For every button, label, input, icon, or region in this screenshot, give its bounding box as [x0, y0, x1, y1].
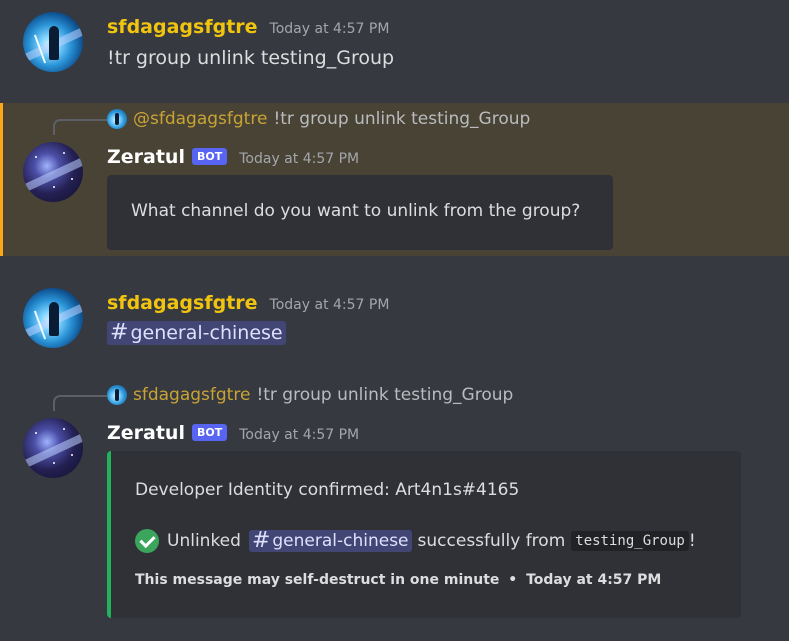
inline-code: testing_Group [571, 531, 689, 551]
timestamp: Today at 4:57 PM [269, 21, 390, 37]
reply-connector [53, 119, 107, 135]
message-content: # general-chinese [107, 321, 286, 345]
bot-username[interactable]: Zeratul [107, 422, 185, 444]
username[interactable]: sfdagagsfgtre [107, 16, 258, 38]
embed-success: Developer Identity confirmed: Art4n1s#41… [107, 451, 741, 618]
footer-text: This message may self-destruct in one mi… [135, 572, 500, 588]
channel-hash-icon: # [110, 320, 129, 345]
timestamp: Today at 4:57 PM [269, 297, 390, 313]
reply-mention[interactable]: @sfdagagsfgtre [133, 109, 267, 129]
bot-username[interactable]: Zeratul [107, 146, 185, 168]
bot-tag: BOT [191, 148, 228, 165]
username[interactable]: sfdagagsfgtre [107, 292, 258, 314]
reply-avatar [107, 109, 127, 129]
bot-avatar[interactable] [23, 418, 83, 478]
avatar-figure [49, 302, 59, 336]
message-header: Zeratul BOT Today at 4:57 PM [107, 146, 359, 168]
reply-preview[interactable]: @sfdagagsfgtre !tr group unlink testing_… [107, 109, 530, 129]
embed-description: What channel do you want to unlink from … [131, 201, 581, 221]
footer-separator: • [508, 572, 518, 588]
suffix: ! [688, 531, 696, 551]
channel-hash-icon: # [251, 528, 271, 553]
channel-mention[interactable]: # general-chinese [248, 528, 412, 553]
bot-tag: BOT [191, 424, 228, 441]
timestamp: Today at 4:57 PM [239, 427, 360, 443]
message-content: !tr group unlink testing_Group [107, 47, 395, 69]
user-avatar[interactable] [23, 12, 83, 72]
channel-name: general-chinese [272, 531, 409, 551]
message-header: sfdagagsfgtre Today at 4:57 PM [107, 292, 389, 314]
bot-avatar[interactable] [23, 142, 83, 202]
message-header: Zeratul BOT Today at 4:57 PM [107, 422, 359, 444]
channel-name: general-chinese [130, 322, 283, 344]
user-avatar[interactable] [23, 288, 83, 348]
message-header: sfdagagsfgtre Today at 4:57 PM [107, 16, 389, 38]
unlinked-label: Unlinked [167, 531, 241, 551]
embed-line-identity: Developer Identity confirmed: Art4n1s#41… [135, 480, 520, 500]
reply-text[interactable]: !tr group unlink testing_Group [256, 385, 513, 405]
reply-avatar [107, 385, 127, 405]
check-circle-icon [135, 529, 159, 553]
reply-text[interactable]: !tr group unlink testing_Group [273, 109, 530, 129]
reply-preview[interactable]: sfdagagsfgtre !tr group unlink testing_G… [107, 385, 513, 405]
footer-timestamp: Today at 4:57 PM [526, 572, 662, 588]
avatar-figure [49, 26, 59, 60]
embed-footer: This message may self-destruct in one mi… [135, 572, 661, 588]
timestamp: Today at 4:57 PM [239, 151, 360, 167]
mid-text: successfully from [417, 531, 566, 551]
reply-author[interactable]: sfdagagsfgtre [133, 385, 250, 405]
reply-connector [53, 395, 107, 411]
embed: What channel do you want to unlink from … [107, 175, 613, 250]
channel-mention[interactable]: # general-chinese [107, 321, 286, 345]
embed-line-result: Unlinked # general-chinese successfully … [135, 529, 696, 553]
